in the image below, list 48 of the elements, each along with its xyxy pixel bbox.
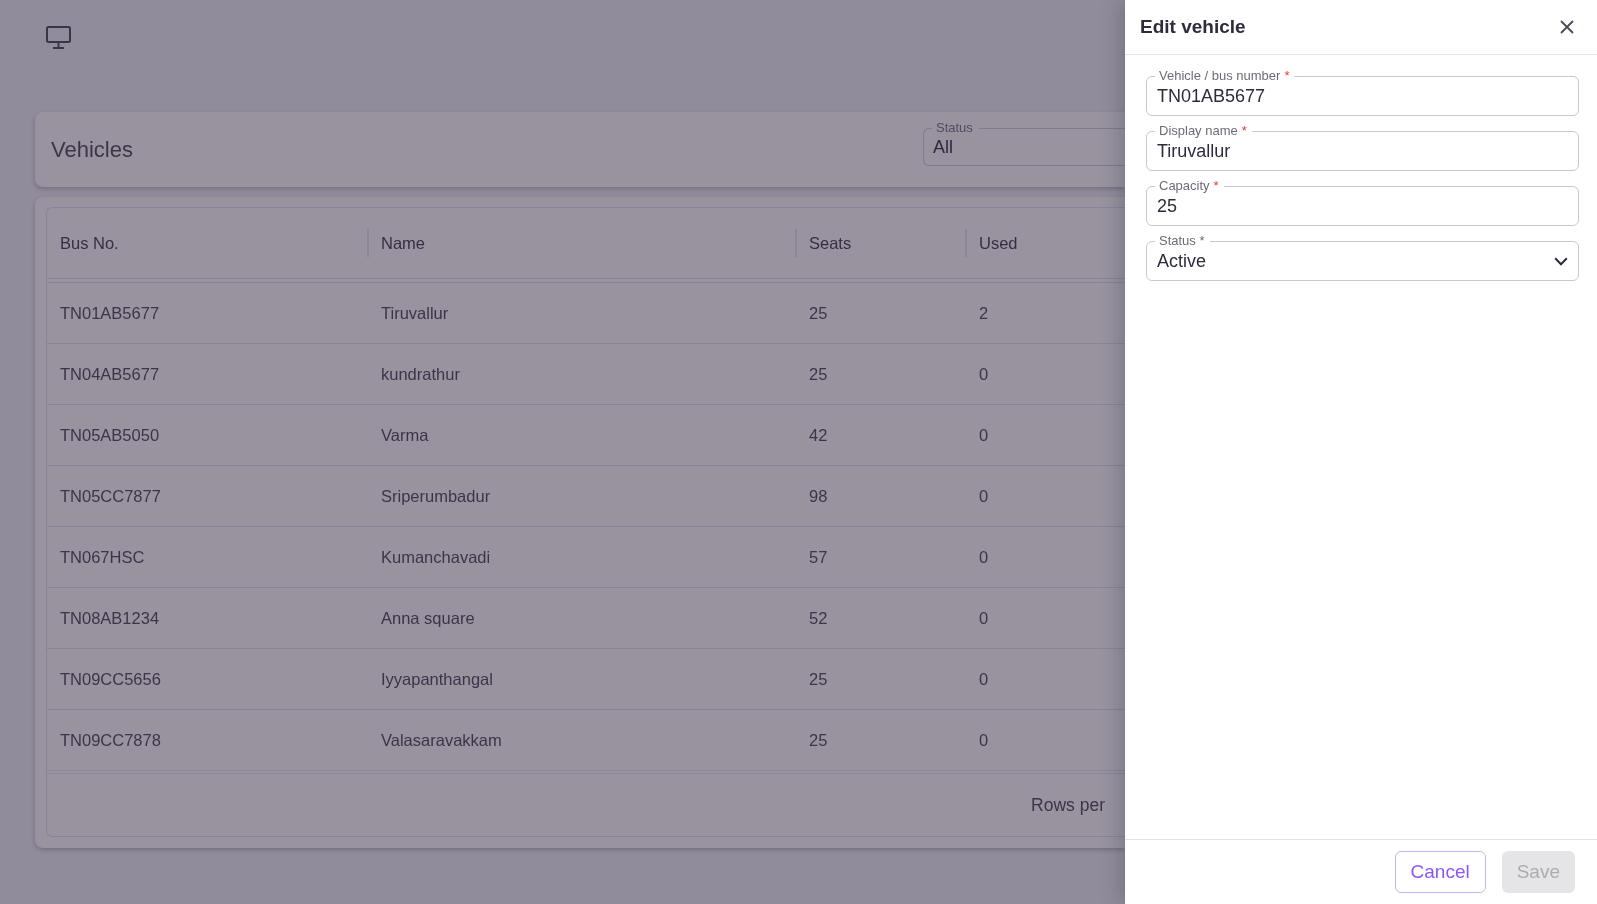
table-cell: Tiruvallur [381, 303, 449, 323]
field-label: Capacity * [1155, 178, 1224, 193]
table-cell: 25 [809, 303, 828, 323]
table-cell: 25 [809, 730, 828, 750]
table-cell: 52 [809, 608, 828, 628]
table-cell: Anna square [381, 608, 475, 628]
table-cell: 2 [979, 303, 989, 323]
table-cell: TN09CC7878 [60, 730, 161, 750]
table-cell: TN01AB5677 [60, 303, 160, 323]
table-cell: 0 [979, 486, 989, 506]
table-cell: kundrathur [381, 364, 460, 384]
table-cell: Varma [381, 425, 429, 445]
field-label: Status * [1155, 233, 1210, 248]
column-header[interactable]: Name [368, 208, 796, 278]
table-cell: 98 [809, 486, 828, 506]
table-cell: Valasaravakkam [381, 730, 502, 750]
chevron-down-icon [1554, 256, 1568, 266]
table-cell: 0 [979, 669, 989, 689]
table-cell: TN08AB1234 [60, 608, 160, 628]
table-cell: Iyyapanthangal [381, 669, 493, 689]
panel-title: Edit vehicle [1140, 16, 1246, 38]
table-cell: TN04AB5677 [60, 364, 160, 384]
cancel-button[interactable]: Cancel [1394, 851, 1486, 893]
column-header[interactable]: Seats [796, 208, 966, 278]
page-title: Vehicles [51, 136, 133, 163]
table-cell: 0 [979, 425, 989, 445]
table-cell: 0 [979, 608, 989, 628]
table-cell: TN09CC5656 [60, 669, 161, 689]
table-cell: 25 [809, 364, 828, 384]
field-label: Status [932, 120, 979, 135]
column-header[interactable]: Used [966, 208, 1125, 278]
table-cell: 0 [979, 730, 989, 750]
column-header[interactable]: Bus No. [47, 208, 368, 278]
field-label: Vehicle / bus number * [1155, 68, 1295, 83]
table-cell: TN05AB5050 [60, 425, 160, 445]
field-label: Display name * [1155, 123, 1252, 138]
table-cell: 57 [809, 547, 828, 567]
table-cell: 0 [979, 547, 989, 567]
table-cell: TN05CC7877 [60, 486, 161, 506]
rows-per-page-label: Rows per [1031, 794, 1105, 816]
table-cell: Kumanchavadi [381, 547, 491, 567]
monitor-icon[interactable] [46, 26, 71, 49]
table-cell: 0 [979, 364, 989, 384]
close-icon [1560, 20, 1574, 34]
table-cell: 42 [809, 425, 828, 445]
table-cell: 25 [809, 669, 828, 689]
table-cell: Sriperumbadur [381, 486, 491, 506]
table-cell: TN067HSC [60, 547, 145, 567]
